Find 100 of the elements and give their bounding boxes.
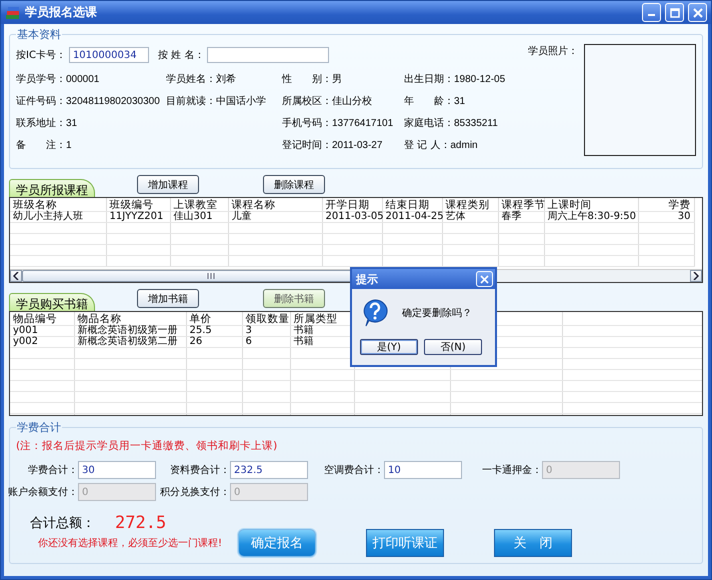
- table-cell: 11JYYZ201: [106, 212, 170, 222]
- dialog-message: 确定要删除吗？: [402, 306, 472, 320]
- info-label: 目前就读：: [166, 94, 216, 108]
- field-label: 一卡通押金：: [481, 464, 542, 477]
- info-value: 1980-12-05: [454, 74, 506, 85]
- table-cell: 儿童: [228, 212, 322, 222]
- table-cell: 26: [186, 336, 242, 348]
- amount-field[interactable]: 10: [384, 461, 462, 479]
- search-field[interactable]: 1010000034: [68, 47, 149, 63]
- table-cell: 新概念英语初级第一册: [74, 326, 186, 336]
- table-cell: y001: [10, 326, 74, 336]
- table-cell: 25.5: [186, 326, 242, 336]
- field-label: 积分兑换支付：: [159, 486, 230, 499]
- info-value: 中国话小学: [216, 94, 266, 108]
- table-cell: 2011-03-05: [322, 212, 382, 222]
- toolbar-button[interactable]: 增加课程: [137, 175, 199, 194]
- column-header: 上课教室: [170, 198, 228, 212]
- dialog-title: 提示: [356, 272, 379, 286]
- info-label: 手机号码：: [282, 116, 332, 130]
- field-label: 按IC卡号：: [16, 48, 66, 62]
- scroll-left-button[interactable]: [10, 270, 22, 282]
- books-icon: [5, 6, 21, 20]
- info-value: 31: [66, 118, 78, 129]
- table-cell: 2011-04-25: [382, 212, 442, 222]
- info-label: 备 注：: [16, 138, 66, 152]
- table-cell: 艺体: [442, 212, 498, 222]
- table-cell: 30: [638, 212, 694, 222]
- toolbar-button[interactable]: 删除书籍: [263, 289, 325, 308]
- info-value: 32048119802030300: [66, 96, 160, 107]
- table-cell: 3: [242, 326, 290, 336]
- info-value: 佳山分校: [332, 94, 372, 108]
- column-header: 学费: [638, 198, 694, 212]
- group-title: 学费合计: [16, 420, 62, 435]
- dialog-button[interactable]: 否(N): [424, 339, 482, 355]
- maximize-icon: [670, 8, 680, 18]
- photo-label: 学员照片：: [528, 44, 578, 59]
- amount-field[interactable]: 232.5: [230, 461, 308, 479]
- search-field[interactable]: [207, 47, 330, 63]
- info-value: 男: [332, 73, 342, 86]
- table-cell: 6: [242, 336, 290, 348]
- close-button[interactable]: [688, 3, 707, 22]
- info-value: 85335211: [454, 118, 498, 129]
- info-label: 出生日期：: [404, 72, 454, 86]
- info-label: 所属校区：: [282, 94, 332, 108]
- info-label: 学员姓名：: [166, 73, 216, 86]
- column-header: 物品编号: [10, 312, 74, 326]
- column-header: 结束日期: [382, 198, 442, 212]
- total-label: 合计总额：: [30, 515, 95, 532]
- column-header: 单价: [186, 312, 242, 326]
- info-label: 登 记 人：: [404, 139, 450, 152]
- table-cell: y002: [10, 336, 74, 348]
- info-value: 刘希: [216, 72, 236, 86]
- info-value: 1: [66, 140, 72, 151]
- group-title: 基本资料: [16, 27, 62, 42]
- warning-text: 你还没有选择课程，必须至少选一门课程!: [38, 536, 224, 550]
- table-cell: 佳山301: [170, 212, 228, 222]
- info-label: 登记时间：: [282, 138, 332, 152]
- info-label: 学员学号：: [16, 73, 66, 86]
- field-label: 按 姓 名：: [158, 48, 204, 62]
- close-icon: [692, 8, 702, 18]
- close-icon: [480, 274, 489, 284]
- column-header: 课程类别: [442, 198, 498, 212]
- field-label: 账户余额支付：: [7, 486, 78, 499]
- toolbar-button[interactable]: 增加书籍: [137, 289, 199, 308]
- column-header: 上课时间: [544, 198, 638, 212]
- column-header: 班级名称: [10, 198, 106, 212]
- table-cell: 周六上午8:30-9:50: [544, 212, 638, 222]
- info-value: 2011-03-27: [332, 140, 382, 151]
- table-cell: 新概念英语初级第二册: [74, 336, 186, 348]
- section-tab[interactable]: 学员所报课程: [9, 179, 95, 197]
- minimize-button[interactable]: [642, 3, 661, 22]
- info-label: 年 龄：: [404, 94, 454, 108]
- maximize-button[interactable]: [665, 3, 684, 22]
- column-header: 课程名称: [228, 198, 322, 212]
- field-label: 空调费合计：: [323, 464, 384, 477]
- column-header: 领取数量: [242, 312, 290, 326]
- column-header: 物品名称: [74, 312, 186, 326]
- info-label: 家庭电话：: [404, 116, 454, 130]
- info-value: 000001: [66, 74, 100, 85]
- info-label: 证件号码：: [16, 95, 66, 108]
- amount-field[interactable]: 30: [78, 461, 156, 479]
- note-text: (注：报名后提示学员用一卡通缴费、领书和刷卡上课): [16, 439, 278, 453]
- table-cell: 幼儿小主持人班: [10, 212, 106, 222]
- field-label: 学费合计：: [27, 464, 78, 477]
- info-value: 13776417101: [332, 118, 394, 129]
- dialog-button[interactable]: 是(Y): [360, 339, 418, 355]
- field-label: 资料费合计：: [169, 464, 230, 477]
- info-label: 联系地址：: [16, 116, 66, 130]
- question-icon: [362, 299, 388, 327]
- toolbar-button[interactable]: 删除课程: [263, 175, 325, 194]
- column-header: 课程季节: [498, 198, 544, 212]
- info-value: admin: [450, 140, 478, 151]
- total-amount: 272.5: [115, 513, 166, 533]
- section-tab[interactable]: 学员购买书籍: [9, 293, 95, 311]
- column-header: 班级编号: [106, 198, 170, 212]
- column-header: 开学日期: [322, 198, 382, 212]
- scroll-right-button[interactable]: [690, 270, 702, 282]
- table-cell: 春季: [498, 212, 544, 222]
- window-title: 学员报名选课: [25, 4, 98, 21]
- close-button[interactable]: [476, 271, 493, 287]
